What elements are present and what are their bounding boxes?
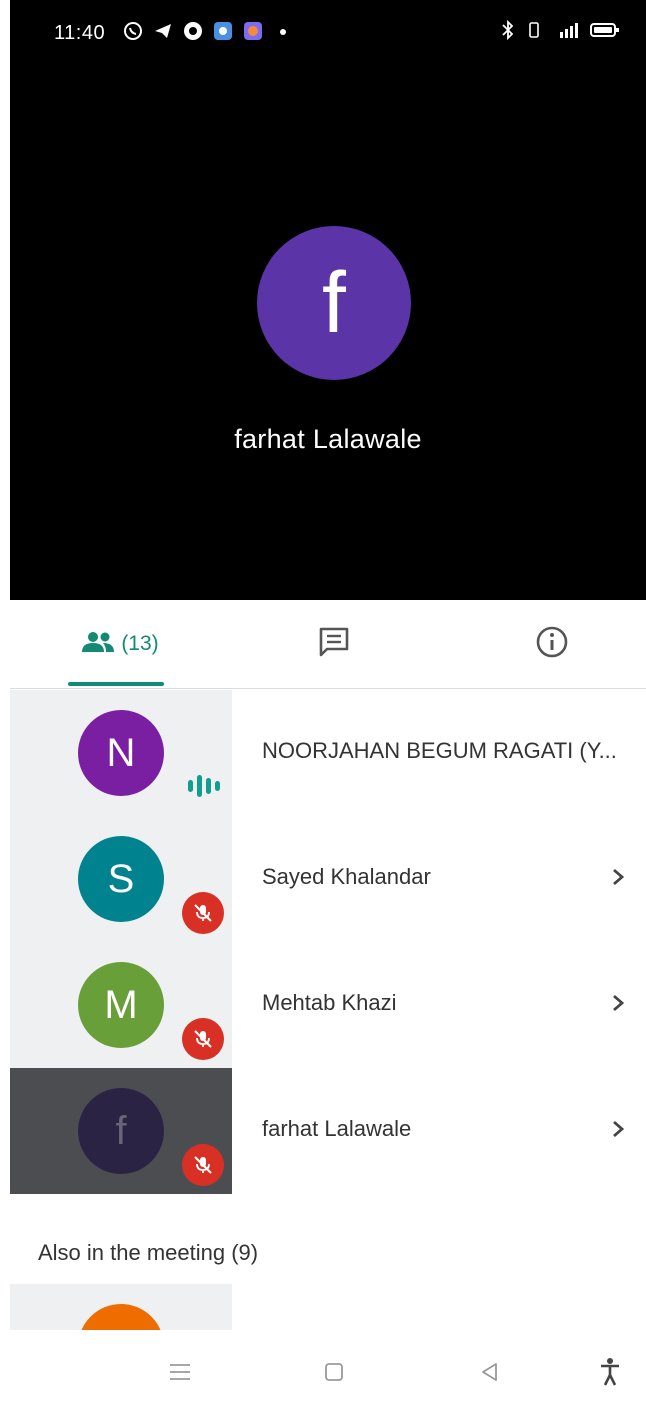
avatar-initial: N (106, 730, 136, 775)
mic-off-icon (182, 892, 224, 934)
speaker-name: farhat Lalawale (234, 424, 422, 454)
participant-row[interactable]: S Sayed Khalandar (10, 816, 646, 942)
whatsapp-icon (122, 20, 144, 42)
dot-icon (272, 20, 294, 42)
status-time: 11:40 (54, 22, 106, 44)
avatar-initial: f (115, 1108, 127, 1153)
speaker-initial: f (322, 254, 346, 351)
chevron-right-icon[interactable] (608, 862, 628, 892)
tab-people[interactable]: (13) (60, 600, 180, 688)
browser-icon (242, 20, 264, 42)
participant-name: Sayed Khalandar (262, 864, 431, 889)
meeting-screen: 11:40 f farhat Lalawale (13) N NOORJAHAN… (0, 0, 646, 1412)
chat-icon (316, 624, 352, 665)
avatar: M (78, 962, 164, 1048)
mic-off-icon (182, 1018, 224, 1060)
active-speaker-video[interactable]: 11:40 f farhat Lalawale (10, 0, 646, 600)
participant-tile[interactable] (10, 1284, 232, 1330)
signal-icon (552, 20, 580, 44)
tab-info[interactable] (522, 600, 582, 688)
system-status-icons (500, 19, 620, 44)
vibrate-icon (526, 20, 542, 44)
active-tab-indicator (68, 682, 164, 686)
participant-tile: N (10, 690, 232, 816)
avatar: N (78, 710, 164, 796)
participant-tile: S (10, 816, 232, 942)
avatar-initial: M (104, 982, 138, 1027)
tab-chat[interactable] (304, 600, 364, 688)
home-icon[interactable] (314, 1352, 354, 1392)
avatar: S (78, 836, 164, 922)
participant-row[interactable]: M Mehtab Khazi (10, 942, 646, 1068)
camera-app-icon (212, 20, 234, 42)
participant-tile: M (10, 942, 232, 1068)
participant-row[interactable]: f farhat Lalawale (10, 1068, 646, 1194)
avatar: f (78, 1088, 164, 1174)
people-icon (81, 630, 115, 659)
chevron-right-icon[interactable] (608, 1114, 628, 1144)
people-count: (13) (121, 632, 159, 655)
system-navigation-bar (0, 1330, 646, 1412)
telegram-icon (152, 20, 174, 42)
participant-row[interactable]: N NOORJAHAN BEGUM RAGATI (Y... (10, 690, 646, 816)
notification-icons (122, 20, 294, 42)
participant-name: Mehtab Khazi (262, 990, 397, 1015)
menu-icon[interactable] (160, 1352, 200, 1392)
participant-name: farhat Lalawale (262, 1116, 412, 1141)
speaking-indicator-icon (188, 774, 222, 798)
mic-off-icon (182, 1144, 224, 1186)
speaker-avatar: f (257, 226, 411, 380)
battery-icon (590, 20, 620, 44)
info-icon (534, 624, 570, 665)
bluetooth-icon (500, 19, 516, 44)
chevron-right-icon[interactable] (608, 988, 628, 1018)
participant-list: N NOORJAHAN BEGUM RAGATI (Y... S Sayed K… (10, 690, 646, 1194)
avatar (78, 1304, 164, 1330)
participant-name: NOORJAHAN BEGUM RAGATI (Y... (262, 738, 617, 763)
status-bar: 11:40 (10, 0, 646, 70)
accessibility-icon[interactable] (590, 1352, 630, 1392)
also-in-meeting-title: Also in the meeting (9) (38, 1240, 259, 1265)
meeting-tabs: (13) (10, 600, 646, 689)
back-icon[interactable] (470, 1352, 510, 1392)
avatar-initial: S (107, 856, 135, 901)
participant-tile: f (10, 1068, 232, 1194)
app-icon (182, 20, 204, 42)
